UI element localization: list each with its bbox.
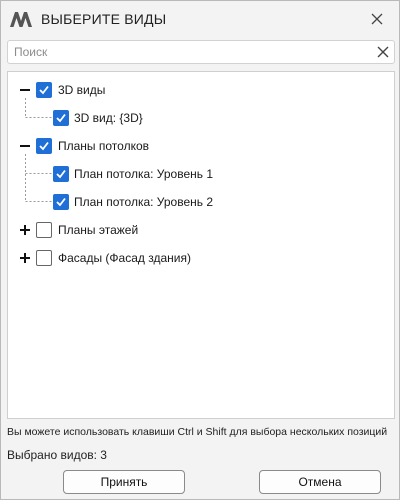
dialog-title: ВЫБЕРИТЕ ВИДЫ [41, 11, 167, 27]
checkbox-ceiling-plan-level-1[interactable] [53, 166, 69, 182]
tree-node-label: 3D вид: {3D} [74, 111, 143, 125]
selection-hint: Вы можете использовать клавиши Ctrl и Sh… [7, 426, 388, 438]
tree-node-label: 3D виды [58, 83, 106, 97]
tree-node-3d-views[interactable]: 3D виды [8, 80, 394, 100]
checkbox-elevations[interactable] [36, 250, 52, 266]
checkmark-icon [56, 169, 66, 179]
tree-node-ceiling-plan-level-1[interactable]: План потолка: Уровень 1 [8, 164, 394, 184]
cancel-button[interactable]: Отмена [259, 470, 381, 494]
select-views-dialog: ВЫБЕРИТЕ ВИДЫ 3D виды [0, 0, 400, 500]
tree-node-ceiling-plans[interactable]: Планы потолков [8, 136, 394, 156]
tree-node-floor-plans[interactable]: Планы этажей [8, 220, 394, 240]
tree-node-label: План потолка: Уровень 2 [74, 195, 214, 209]
views-tree: 3D виды 3D вид: {3D} Планы потолков План… [7, 71, 395, 419]
expand-icon[interactable] [19, 224, 31, 236]
expand-icon[interactable] [19, 252, 31, 264]
selected-count: Выбрано видов: 3 [7, 448, 107, 462]
search-box [7, 40, 395, 64]
tree-node-ceiling-plan-level-2[interactable]: План потолка: Уровень 2 [8, 192, 394, 212]
checkbox-floor-plans[interactable] [36, 222, 52, 238]
checkbox-3d-views[interactable] [36, 82, 52, 98]
clear-x-icon [377, 46, 389, 58]
accept-button[interactable]: Принять [63, 470, 185, 494]
checkmark-icon [56, 197, 66, 207]
checkbox-ceiling-plan-level-2[interactable] [53, 194, 69, 210]
collapse-icon[interactable] [19, 140, 31, 152]
tree-node-label: План потолка: Уровень 1 [74, 167, 214, 181]
search-clear-button[interactable] [376, 45, 390, 59]
tree-node-label: Планы этажей [58, 223, 139, 237]
title-bar: ВЫБЕРИТЕ ВИДЫ [1, 1, 399, 37]
tree-node-label: Фасады (Фасад здания) [58, 251, 191, 265]
close-button[interactable] [367, 9, 387, 29]
tree-node-3d-view-item[interactable]: 3D вид: {3D} [8, 108, 394, 128]
close-icon [371, 13, 383, 25]
app-logo-icon [9, 10, 33, 28]
search-input[interactable] [14, 43, 364, 61]
tree-node-elevations[interactable]: Фасады (Фасад здания) [8, 248, 394, 268]
checkmark-icon [56, 113, 66, 123]
checkbox-3d-view-item[interactable] [53, 110, 69, 126]
collapse-icon[interactable] [19, 84, 31, 96]
tree-node-label: Планы потолков [58, 139, 150, 153]
checkmark-icon [39, 85, 49, 95]
checkmark-icon [39, 141, 49, 151]
checkbox-ceiling-plans[interactable] [36, 138, 52, 154]
